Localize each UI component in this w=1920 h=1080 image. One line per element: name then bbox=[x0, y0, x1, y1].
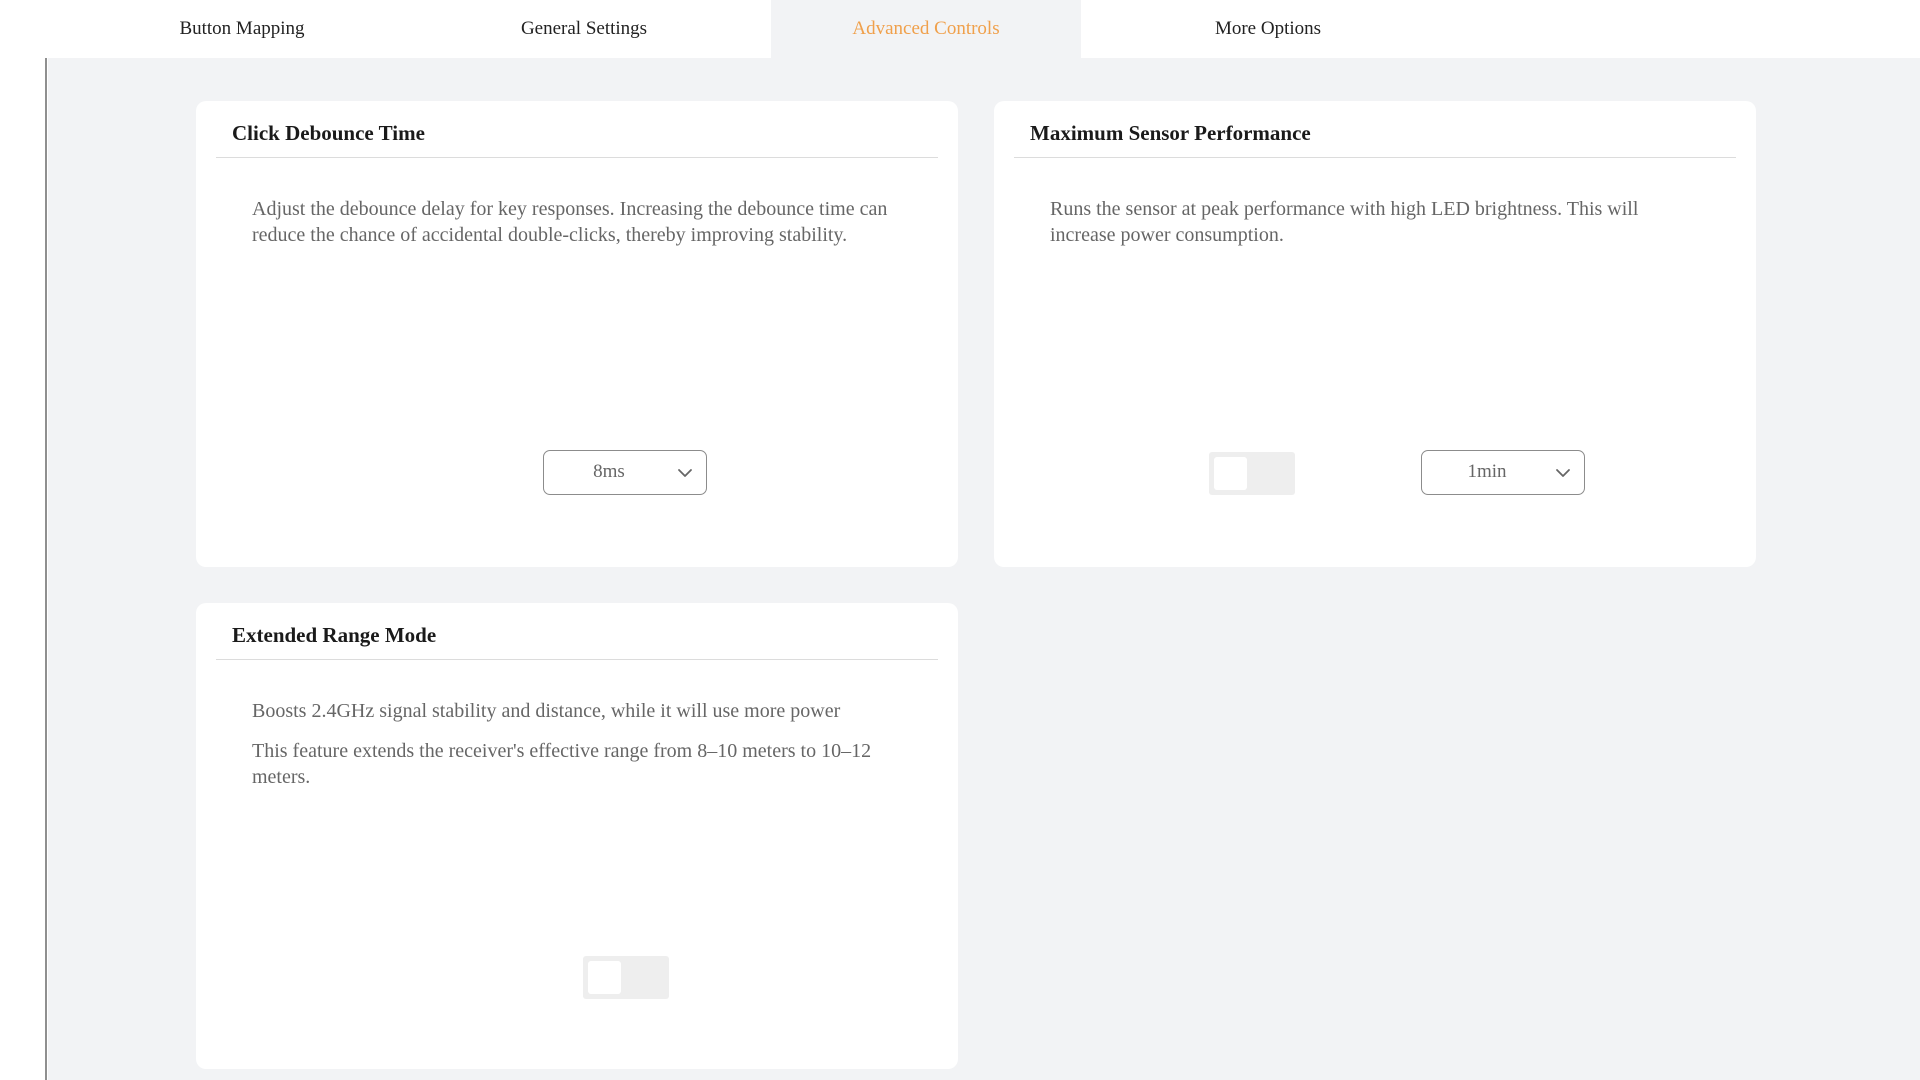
sensor-timeout-dropdown[interactable]: 1min bbox=[1421, 450, 1585, 495]
top-nav: Button Mapping General Settings Advanced… bbox=[0, 0, 1920, 58]
tab-more-options[interactable]: More Options bbox=[1136, 0, 1400, 58]
content-area: Click Debounce Time Adjust the debounce … bbox=[48, 58, 1920, 1080]
card-title: Maximum Sensor Performance bbox=[1030, 121, 1311, 145]
card-click-debounce: Click Debounce Time Adjust the debounce … bbox=[196, 101, 958, 567]
chevron-down-icon bbox=[1556, 469, 1570, 477]
debounce-dropdown[interactable]: 8ms bbox=[543, 450, 707, 495]
tab-advanced-controls[interactable]: Advanced Controls bbox=[771, 0, 1081, 58]
dropdown-value: 1min bbox=[1467, 461, 1507, 482]
card-description: Boosts 2.4GHz signal stability and dista… bbox=[252, 700, 841, 722]
card-title: Click Debounce Time bbox=[232, 121, 425, 145]
toggle-knob bbox=[1214, 457, 1247, 490]
dropdown-value: 8ms bbox=[593, 461, 625, 482]
left-rail bbox=[0, 58, 47, 1080]
card-title: Extended Range Mode bbox=[232, 623, 437, 647]
tab-button-mapping[interactable]: Button Mapping bbox=[110, 0, 374, 58]
card-max-sensor-performance: Maximum Sensor Performance Runs the sens… bbox=[994, 101, 1756, 567]
toggle-knob bbox=[588, 961, 621, 994]
card-description: Adjust the debounce delay for key respon… bbox=[252, 198, 888, 246]
tab-general-settings[interactable]: General Settings bbox=[452, 0, 716, 58]
sensor-performance-toggle[interactable] bbox=[1209, 452, 1295, 495]
card-extended-range-mode: Extended Range Mode Boosts 2.4GHz signal… bbox=[196, 603, 958, 1069]
card-description-secondary: This feature extends the receiver's effe… bbox=[252, 740, 872, 788]
chevron-down-icon bbox=[678, 469, 692, 477]
card-description: Runs the sensor at peak performance with… bbox=[1050, 198, 1639, 246]
extended-range-toggle[interactable] bbox=[583, 956, 669, 999]
